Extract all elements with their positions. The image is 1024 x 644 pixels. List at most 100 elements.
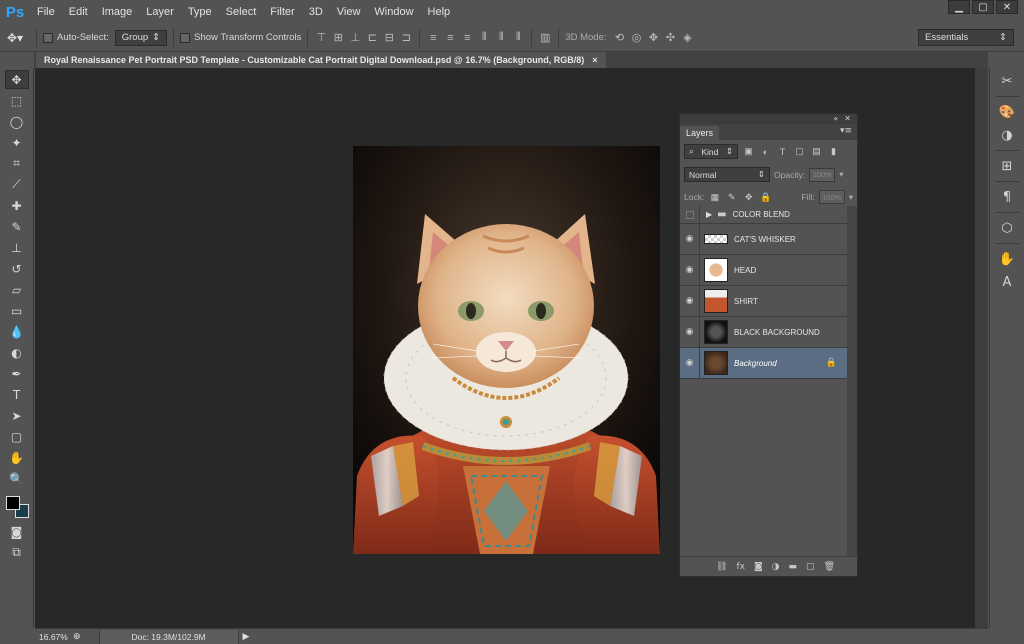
filter-toggle-icon[interactable]: ▮ [827, 145, 840, 158]
close-tab-icon[interactable]: × [592, 55, 597, 65]
eye-icon[interactable]: ◉ [680, 317, 700, 347]
color-panel-icon[interactable]: 🎨 [994, 102, 1020, 122]
menu-layer[interactable]: Layer [139, 0, 181, 24]
eye-icon[interactable]: ◉ [680, 286, 700, 316]
doc-size-info[interactable]: Doc: 19.3M/102.9M [98, 629, 239, 644]
workspace-dropdown[interactable]: Essentials ⇕ [918, 29, 1014, 46]
zoom-level[interactable]: 16.67% [35, 632, 73, 642]
move-tool-icon[interactable]: ✥ [4, 70, 29, 89]
auto-select-checkbox[interactable] [43, 32, 53, 43]
eye-icon[interactable]: ◉ [680, 255, 700, 285]
menu-file[interactable]: File [30, 0, 62, 24]
filter-kind-dropdown[interactable]: ⌕ Kind ⇕ [684, 144, 738, 159]
magic-wand-tool-icon[interactable]: ✦ [5, 133, 29, 152]
pen-tool-icon[interactable]: ✒ [5, 364, 29, 383]
brush-tool-icon[interactable]: ✎ [5, 217, 29, 236]
character-panel-icon[interactable]: A [994, 272, 1020, 292]
distribute-top-icon[interactable]: ≡ [426, 31, 440, 45]
link-layers-icon[interactable]: ⛓ [716, 562, 727, 572]
history-panel-icon[interactable]: ⊞ [994, 156, 1020, 176]
canvas-vertical-scrollbar[interactable] [975, 68, 988, 628]
layers-scrollbar[interactable] [847, 206, 857, 558]
marquee-tool-icon[interactable]: ⬚ [5, 91, 29, 110]
menu-filter[interactable]: Filter [263, 0, 301, 24]
menu-edit[interactable]: Edit [62, 0, 95, 24]
3d-scale-icon[interactable]: ◈ [681, 31, 695, 45]
auto-align-icon[interactable]: ▥ [538, 31, 552, 45]
layer-row-cats-whisker[interactable]: ◉ CAT'S WHISKER [680, 224, 847, 255]
layer-row-shirt[interactable]: ◉ SHIRT [680, 286, 847, 317]
path-selection-tool-icon[interactable]: ➤ [5, 406, 29, 425]
adjustment-layer-icon[interactable]: ◑ [772, 562, 780, 572]
blur-tool-icon[interactable]: 💧 [5, 322, 29, 341]
new-layer-icon[interactable]: ▢ [806, 562, 815, 572]
shape-tool-icon[interactable]: ▢ [5, 427, 29, 446]
lock-position-icon[interactable]: ✥ [742, 191, 755, 204]
trash-icon[interactable]: 🗑 [824, 562, 835, 572]
type-tool-icon[interactable]: T [5, 385, 29, 404]
distribute-right-icon[interactable]: ⦀ [511, 31, 525, 45]
lock-all-icon[interactable]: 🔒 [759, 191, 772, 204]
layer-row-black-background[interactable]: ◉ BLACK BACKGROUND [680, 317, 847, 348]
align-right-icon[interactable]: ⊐ [399, 31, 413, 45]
status-menu-arrow-icon[interactable]: ▶ [243, 631, 250, 642]
visibility-toggle-off[interactable] [680, 206, 700, 223]
menu-3d[interactable]: 3D [302, 0, 330, 24]
layer-row-head[interactable]: ◉ HEAD [680, 255, 847, 286]
eyedropper-tool-icon[interactable]: ⟋ [5, 175, 29, 194]
gradient-tool-icon[interactable]: ▭ [5, 301, 29, 320]
document-canvas[interactable] [353, 146, 660, 554]
distribute-bottom-icon[interactable]: ≡ [460, 31, 474, 45]
fill-field[interactable]: 100% [818, 190, 845, 204]
3d-slide-icon[interactable]: ✣ [664, 31, 678, 45]
fill-arrow-icon[interactable]: ▾ [849, 192, 853, 203]
align-left-icon[interactable]: ⊏ [365, 31, 379, 45]
menu-view[interactable]: View [330, 0, 368, 24]
distribute-vcenter-icon[interactable]: ≡ [443, 31, 457, 45]
adjustments-panel-icon[interactable]: ◑ [994, 125, 1020, 145]
menu-type[interactable]: Type [181, 0, 219, 24]
3d-rotate-icon[interactable]: ⟲ [613, 31, 627, 45]
healing-brush-tool-icon[interactable]: ✚ [5, 196, 29, 215]
eye-icon[interactable]: ◉ [680, 348, 700, 378]
3d-pan-icon[interactable]: ✥ [647, 31, 661, 45]
tab-layers[interactable]: Layers [680, 126, 720, 140]
menu-image[interactable]: Image [95, 0, 140, 24]
auto-select-dropdown[interactable]: Group ⇕ [114, 29, 168, 46]
paragraph-panel-icon[interactable]: ¶ [994, 187, 1020, 207]
filter-shape-icon[interactable]: ▢ [793, 145, 806, 158]
eraser-tool-icon[interactable]: ▱ [5, 280, 29, 299]
share-icon[interactable]: ⊕ [73, 631, 81, 642]
screen-mode-icon[interactable]: ⧉ [5, 543, 29, 562]
maximize-icon[interactable]: ▢ [972, 0, 994, 14]
minimize-icon[interactable]: ▁ [948, 0, 970, 14]
lasso-tool-icon[interactable]: ◯ [5, 112, 29, 131]
lock-transparent-icon[interactable]: ▦ [708, 191, 721, 204]
foreground-color-swatch[interactable] [5, 496, 20, 510]
opacity-arrow-icon[interactable]: ▾ [839, 169, 843, 180]
align-vcenter-icon[interactable]: ⊞ [331, 31, 345, 45]
eye-icon[interactable]: ◉ [680, 224, 700, 254]
menu-help[interactable]: Help [421, 0, 458, 24]
menu-select[interactable]: Select [219, 0, 264, 24]
close-panel-icon[interactable]: ✕ [844, 114, 851, 124]
close-icon[interactable]: ✕ [996, 0, 1018, 14]
crop-tool-icon[interactable]: ⌗ [5, 154, 29, 173]
tools-panel-icon[interactable]: ✂ [994, 71, 1020, 91]
layer-row-color-blend[interactable]: ▶ ▬ COLOR BLEND [680, 206, 847, 224]
align-bottom-icon[interactable]: ⊥ [348, 31, 362, 45]
blend-mode-dropdown[interactable]: Normal ⇕ [684, 167, 770, 182]
opacity-field[interactable]: 100% [809, 167, 836, 182]
distribute-hcenter-icon[interactable]: ⦀ [494, 31, 508, 45]
align-top-icon[interactable]: ⊤ [314, 31, 328, 45]
zoom-tool-icon[interactable]: 🔍 [5, 469, 29, 488]
collapse-panel-icon[interactable]: « [833, 114, 838, 124]
expand-arrow-icon[interactable]: ▶ [706, 210, 712, 219]
lock-image-icon[interactable]: ✎ [725, 191, 738, 204]
new-group-icon[interactable]: ▬ [789, 562, 798, 572]
history-brush-tool-icon[interactable]: ↺ [5, 259, 29, 278]
filter-adjustment-icon[interactable]: ◐ [759, 145, 772, 158]
align-hcenter-icon[interactable]: ⊟ [382, 31, 396, 45]
show-transform-checkbox[interactable] [180, 32, 191, 43]
clone-stamp-tool-icon[interactable]: ⊥ [5, 238, 29, 257]
